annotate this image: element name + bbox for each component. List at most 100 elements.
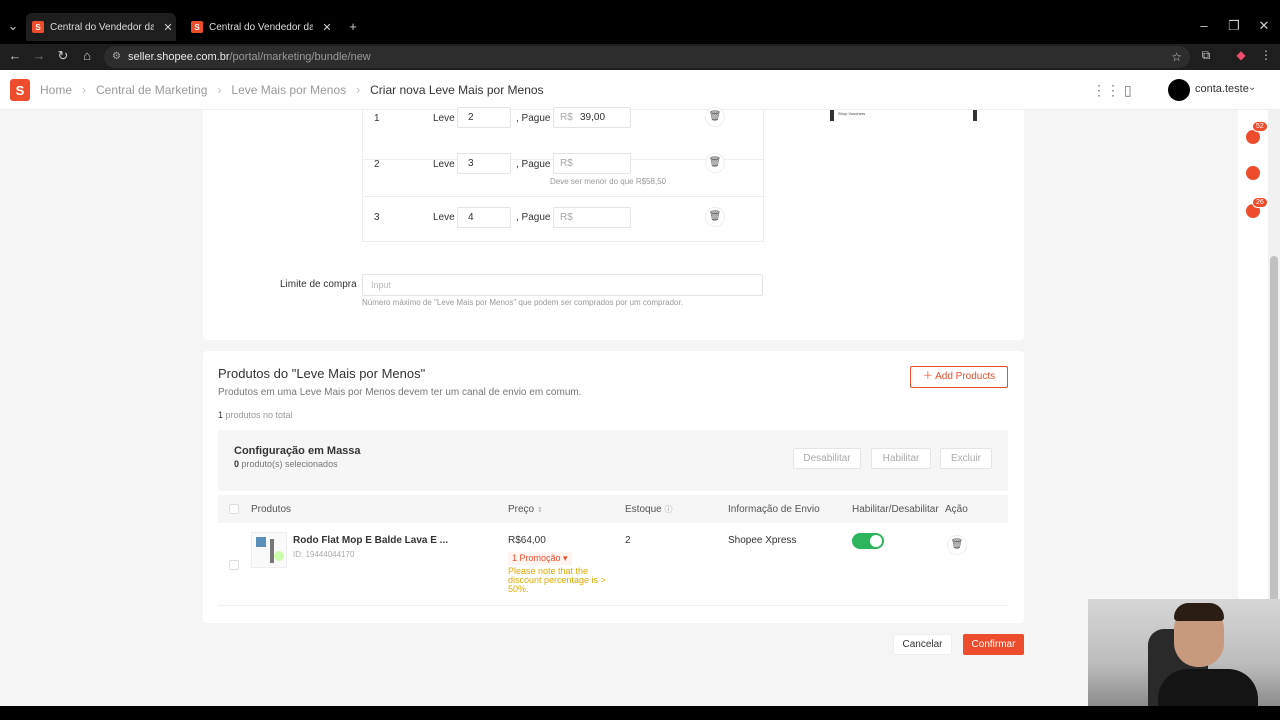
- leve-label: Leve: [433, 113, 455, 124]
- thumbnail-shape: [256, 537, 266, 547]
- browser-menu-icon[interactable]: ⋮: [1257, 48, 1275, 62]
- bulk-enable-button[interactable]: Habilitar: [871, 448, 931, 469]
- sort-icon: ⇕: [536, 507, 543, 514]
- bulk-disable-button[interactable]: Desabilitar: [793, 448, 861, 469]
- enable-toggle[interactable]: [852, 533, 884, 549]
- bulk-settings-title: Configuração em Massa: [234, 445, 361, 457]
- close-tab-icon[interactable]: ✕: [160, 21, 176, 34]
- minimize-window-icon[interactable]: –: [1196, 18, 1212, 33]
- leve-label: Leve: [433, 212, 455, 223]
- browser-tab-1[interactable]: S Central do Vendedor da Shopee ✕: [26, 13, 176, 41]
- purchase-limit-hint: Número máximo de "Leve Mais por Menos" q…: [362, 298, 683, 307]
- price-value: 39,00: [580, 112, 606, 123]
- breadcrumb-home[interactable]: Home: [40, 83, 72, 97]
- account-name[interactable]: conta.teste: [1195, 83, 1249, 95]
- chevron-right-icon: ›: [356, 83, 361, 97]
- forward-arrow-icon[interactable]: →: [30, 48, 48, 63]
- leve-label: Leve: [433, 159, 455, 170]
- support-headset-icon[interactable]: [1246, 166, 1260, 180]
- select-all-checkbox[interactable]: [229, 504, 239, 514]
- breadcrumb: Home › Central de Marketing › Leve Mais …: [40, 83, 544, 97]
- delete-product-trash-icon[interactable]: 🗑: [947, 535, 967, 555]
- book-icon[interactable]: ▯: [1124, 82, 1132, 99]
- bulk-delete-button[interactable]: Excluir: [940, 448, 992, 469]
- bundle-products-card: Produtos do "Leve Mais por Menos" Produt…: [203, 351, 1024, 623]
- product-stock: 2: [625, 535, 631, 546]
- currency-prefix: R$: [560, 158, 573, 169]
- pague-label: , Pague: [516, 212, 551, 223]
- profile-extension-icon[interactable]: ◆: [1232, 48, 1250, 62]
- add-products-label: Add Products: [935, 371, 996, 382]
- chevron-right-icon: ›: [217, 83, 222, 97]
- products-table-header: Produtos Preço ⇕ Estoque ⓘ Informação de…: [218, 495, 1008, 523]
- discount-warning: Please note that the discount percentage…: [508, 566, 606, 594]
- tab-list-chevron-icon[interactable]: ⌄: [6, 18, 20, 34]
- restore-window-icon[interactable]: ❐: [1226, 18, 1242, 34]
- column-action: Ação: [945, 504, 968, 515]
- tier-price-input[interactable]: R$ 39,00: [553, 107, 631, 128]
- products-total: 1 produtos no total: [218, 410, 293, 420]
- bottom-bar: [0, 706, 1280, 720]
- product-thumbnail[interactable]: [251, 532, 287, 568]
- webcam-person-hair: [1174, 603, 1224, 621]
- tier-quantity-input[interactable]: 2: [457, 107, 511, 128]
- bookmark-star-icon[interactable]: ☆: [1171, 46, 1182, 68]
- bell-icon[interactable]: [1246, 130, 1260, 144]
- breadcrumb-bundle[interactable]: Leve Mais por Menos: [231, 83, 346, 97]
- product-price: R$64,00: [508, 535, 546, 546]
- back-arrow-icon[interactable]: ←: [6, 48, 24, 63]
- delete-tier-trash-icon[interactable]: 🗑: [705, 153, 725, 173]
- shopee-logo-icon[interactable]: S: [10, 79, 30, 101]
- products-section-title: Produtos do "Leve Mais por Menos": [218, 366, 426, 381]
- bundle-settings-card: 1 Leve 2 , Pague R$ 39,00 🗑 2 Leve 3 , P…: [203, 107, 1024, 340]
- webcam-person-torso: [1158, 669, 1258, 706]
- promotion-dropdown[interactable]: 1 Promoção ▾: [508, 552, 572, 565]
- plus-icon: ＋: [922, 371, 936, 382]
- breadcrumb-current: Criar nova Leve Mais por Menos: [370, 83, 544, 97]
- home-icon[interactable]: ⌂: [78, 48, 96, 63]
- tier-price-input[interactable]: R$: [553, 207, 631, 228]
- column-shipping: Informação de Envio: [728, 504, 820, 515]
- avatar[interactable]: [1168, 79, 1190, 101]
- browser-tab-title: Central do Vendedor da Shopee: [50, 21, 154, 33]
- browser-toolbar: ← → ↻ ⌂ ⚙ seller.shopee.com.br/portal/ma…: [0, 44, 1280, 70]
- delete-tier-trash-icon[interactable]: 🗑: [705, 207, 725, 227]
- toggle-knob: [870, 535, 882, 547]
- apps-grid-icon[interactable]: ⋮⋮: [1092, 82, 1120, 99]
- add-products-button[interactable]: ＋ Add Products: [910, 366, 1008, 388]
- url-host: seller.shopee.com.br: [128, 51, 230, 63]
- address-bar[interactable]: ⚙ seller.shopee.com.br/portal/marketing/…: [104, 46, 1190, 68]
- tier-quantity-input[interactable]: 3: [457, 153, 511, 174]
- help-circle-icon[interactable]: ⓘ: [664, 505, 672, 514]
- cancel-button[interactable]: Cancelar: [893, 634, 952, 655]
- close-window-icon[interactable]: ✕: [1256, 18, 1272, 34]
- purchase-limit-placeholder: Input: [371, 280, 392, 290]
- site-info-icon[interactable]: ⚙: [112, 46, 121, 68]
- column-price[interactable]: Preço ⇕: [508, 504, 543, 515]
- delete-tier-trash-icon[interactable]: 🗑: [705, 107, 725, 127]
- column-stock-label: Estoque: [625, 504, 662, 515]
- pague-label: , Pague: [516, 113, 551, 124]
- quantity-value: 4: [468, 212, 474, 223]
- products-section-subtitle: Produtos em uma Leve Mais por Menos deve…: [218, 387, 582, 398]
- close-tab-icon[interactable]: ✕: [319, 21, 335, 34]
- tier-quantity-input[interactable]: 4: [457, 207, 511, 228]
- extensions-puzzle-icon[interactable]: ⧉: [1197, 48, 1215, 63]
- tier-row: 3 Leve 4 , Pague R$ 🗑: [363, 197, 763, 247]
- new-tab-icon[interactable]: +: [346, 19, 360, 34]
- product-name[interactable]: Rodo Flat Mop E Balde Lava E ...: [293, 535, 448, 546]
- browser-tab-2[interactable]: S Central do Vendedor da Shopee ✕: [185, 13, 335, 41]
- shopee-favicon-icon: S: [191, 21, 203, 33]
- breadcrumb-marketing[interactable]: Central de Marketing: [96, 83, 207, 97]
- product-shipping: Shopee Xpress: [728, 535, 797, 546]
- reload-icon[interactable]: ↻: [54, 48, 72, 64]
- chat-badge: 26: [1252, 197, 1268, 208]
- thumbnail-shape: [274, 551, 284, 561]
- chevron-right-icon: ›: [82, 83, 87, 97]
- purchase-limit-input[interactable]: Input: [362, 274, 763, 296]
- browser-tab-bar: ⌄ S Central do Vendedor da Shopee ✕ S Ce…: [0, 0, 1280, 44]
- confirm-button[interactable]: Confirmar: [963, 634, 1024, 655]
- tier-price-input[interactable]: R$: [553, 153, 631, 174]
- chevron-down-icon[interactable]: ⌄: [1248, 82, 1256, 93]
- row-checkbox[interactable]: [229, 560, 239, 570]
